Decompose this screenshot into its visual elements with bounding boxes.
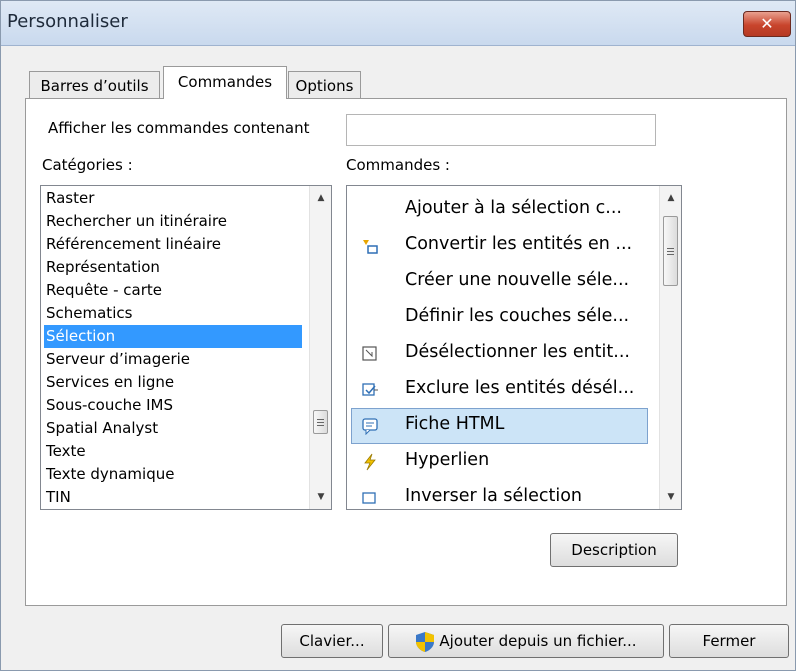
description-button[interactable]: Description xyxy=(550,533,678,567)
clear-selection-icon xyxy=(361,345,379,363)
category-item[interactable]: Référencement linéaire xyxy=(44,233,302,256)
commands-scrollbar[interactable]: ▲ ▼ xyxy=(659,186,681,509)
invert-selection-icon xyxy=(361,489,379,507)
scroll-thumb[interactable] xyxy=(663,216,678,286)
category-item[interactable]: Serveur d’imagerie xyxy=(44,348,302,371)
scroll-up-arrow-icon[interactable]: ▲ xyxy=(660,188,681,208)
command-item[interactable]: Définir les couches séle... xyxy=(351,300,648,336)
command-search-input[interactable] xyxy=(346,114,656,146)
category-item-selected[interactable]: Sélection xyxy=(44,325,302,348)
scroll-thumb[interactable] xyxy=(313,410,328,434)
category-item[interactable]: Texte dynamique xyxy=(44,463,302,486)
command-item[interactable]: Désélectionner les entit... xyxy=(351,336,648,372)
title-bar: Personnaliser ✕ xyxy=(1,1,795,46)
categories-label: Catégories : xyxy=(42,156,133,174)
tab-options[interactable]: Options xyxy=(288,71,361,99)
window-title: Personnaliser xyxy=(7,11,128,32)
command-item[interactable]: Créer une nouvelle séle... xyxy=(351,264,648,300)
switch-selection-icon xyxy=(361,381,379,399)
command-item[interactable]: Ajouter à la sélection c... xyxy=(351,192,648,228)
commands-listbox[interactable]: Ajouter à la sélection c... Convertir le… xyxy=(346,185,682,510)
command-item[interactable]: Inverser la sélection xyxy=(351,480,648,509)
categories-scrollbar[interactable]: ▲ ▼ xyxy=(309,186,331,509)
category-item[interactable]: TIN xyxy=(44,486,302,509)
category-item[interactable]: Raster xyxy=(44,187,302,210)
category-item[interactable]: Requête - carte xyxy=(44,279,302,302)
hyperlink-lightning-icon xyxy=(361,453,379,471)
command-label: Inverser la sélection xyxy=(405,486,583,506)
categories-listbox[interactable]: Raster Rechercher un itinéraire Référenc… xyxy=(40,185,332,510)
html-popup-icon xyxy=(361,417,379,436)
commands-label: Commandes : xyxy=(346,156,450,174)
add-from-file-label: Ajouter depuis un fichier... xyxy=(439,632,637,650)
category-item[interactable]: Spatial Analyst xyxy=(44,417,302,440)
command-item[interactable]: Convertir les entités en ... xyxy=(351,228,648,264)
scroll-down-arrow-icon[interactable]: ▼ xyxy=(660,487,681,507)
tab-toolbars[interactable]: Barres d’outils xyxy=(29,71,160,99)
scroll-down-arrow-icon[interactable]: ▼ xyxy=(310,487,331,507)
convert-features-icon xyxy=(361,237,379,255)
command-label: Définir les couches séle... xyxy=(405,306,630,326)
category-item[interactable]: Sous-couche IMS xyxy=(44,394,302,417)
command-label: Créer une nouvelle séle... xyxy=(405,270,630,290)
command-item[interactable]: Exclure les entités désél... xyxy=(351,372,648,408)
close-button[interactable]: Fermer xyxy=(669,624,789,658)
category-item[interactable]: Représentation xyxy=(44,256,302,279)
close-window-button[interactable]: ✕ xyxy=(743,11,791,37)
uac-shield-icon xyxy=(415,631,435,653)
command-item[interactable]: Hyperlien xyxy=(351,444,648,480)
keyboard-button[interactable]: Clavier... xyxy=(281,624,383,658)
command-label: Convertir les entités en ... xyxy=(405,234,633,254)
customize-dialog: Personnaliser ✕ Barres d’outils Commande… xyxy=(0,0,796,671)
category-item[interactable]: Services en ligne xyxy=(44,371,302,394)
add-from-file-button[interactable]: Ajouter depuis un fichier... xyxy=(388,624,664,658)
tab-commands[interactable]: Commandes xyxy=(163,66,287,99)
command-label: Désélectionner les entit... xyxy=(405,342,630,362)
category-item[interactable]: Rechercher un itinéraire xyxy=(44,210,302,233)
close-icon: ✕ xyxy=(760,14,774,33)
command-label: Hyperlien xyxy=(405,450,490,470)
command-label: Ajouter à la sélection c... xyxy=(405,198,622,218)
scroll-up-arrow-icon[interactable]: ▲ xyxy=(310,188,331,208)
command-label: Fiche HTML xyxy=(405,414,505,434)
category-item[interactable]: Schematics xyxy=(44,302,302,325)
command-label: Exclure les entités désél... xyxy=(405,378,635,398)
commands-tab-panel: Afficher les commandes contenant Catégor… xyxy=(25,98,787,606)
category-item[interactable]: Texte xyxy=(44,440,302,463)
search-label: Afficher les commandes contenant xyxy=(48,119,310,137)
command-item-selected[interactable]: Fiche HTML xyxy=(351,408,648,444)
